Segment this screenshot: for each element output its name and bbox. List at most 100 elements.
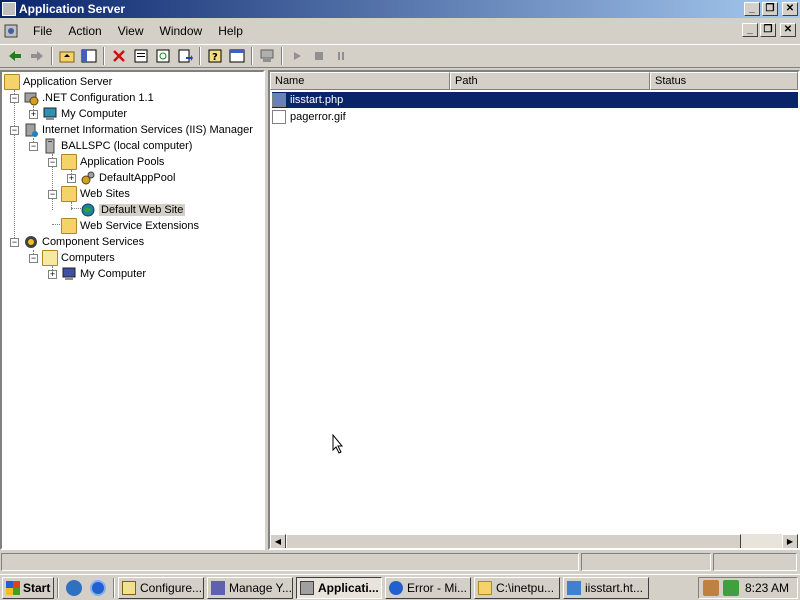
system-tray: 8:23 AM bbox=[698, 577, 798, 599]
forward-button[interactable] bbox=[26, 45, 48, 67]
details-list-view[interactable]: Name Path Status iisstart.php pagerror.g… bbox=[268, 70, 800, 550]
menu-view[interactable]: View bbox=[110, 24, 152, 38]
tree-item-default-web-site[interactable]: Default Web Site bbox=[80, 202, 186, 218]
stop-icon bbox=[315, 52, 323, 60]
tray-volume-icon[interactable] bbox=[723, 580, 739, 596]
task-label: Configure... bbox=[140, 580, 203, 595]
tree-item-application-pools[interactable]: Application Pools bbox=[61, 154, 164, 170]
file-icon bbox=[272, 93, 286, 107]
column-header-path[interactable]: Path bbox=[450, 72, 650, 90]
task-button-manage[interactable]: Manage Y... bbox=[207, 576, 293, 599]
export-list-icon bbox=[178, 49, 193, 63]
task-button-application-server[interactable]: Applicati... bbox=[296, 576, 382, 599]
menu-action[interactable]: Action bbox=[60, 24, 109, 38]
collapse-toggle[interactable]: − bbox=[10, 238, 19, 247]
collapse-toggle[interactable]: − bbox=[48, 158, 57, 167]
refresh-button[interactable] bbox=[152, 45, 174, 67]
tree-item-web-service-extensions[interactable]: Web Service Extensions bbox=[61, 218, 199, 234]
folder-up-icon bbox=[59, 51, 75, 63]
close-button[interactable]: ✕ bbox=[782, 2, 798, 16]
properties-icon bbox=[134, 49, 148, 63]
collapse-toggle[interactable]: − bbox=[29, 142, 38, 151]
menu-file[interactable]: File bbox=[25, 24, 60, 38]
menu-window[interactable]: Window bbox=[152, 24, 211, 38]
task-button-inetpub-folder[interactable]: C:\inetpu... bbox=[474, 576, 560, 599]
help-icon: ? bbox=[208, 49, 222, 63]
console-tree[interactable]: Application Server − .NET Configuration … bbox=[0, 70, 265, 550]
net-config-icon bbox=[24, 92, 39, 106]
help-button[interactable]: ? bbox=[204, 45, 226, 67]
component-services-icon bbox=[25, 236, 37, 248]
start-button[interactable]: Start bbox=[2, 576, 54, 599]
folder-icon bbox=[61, 186, 77, 202]
toolbar-separator bbox=[51, 47, 53, 65]
console-icon[interactable] bbox=[3, 23, 19, 39]
mouse-cursor-icon bbox=[332, 434, 344, 454]
folder-icon bbox=[61, 218, 77, 234]
show-hide-tree-button[interactable] bbox=[78, 45, 100, 67]
mdi-minimize-button[interactable]: _ bbox=[742, 23, 758, 37]
show-hide-action-pane-button[interactable] bbox=[226, 45, 248, 67]
minimize-button[interactable]: _ bbox=[744, 2, 760, 16]
computer-button[interactable] bbox=[256, 45, 278, 67]
tree-item-default-app-pool[interactable]: DefaultAppPool bbox=[80, 170, 175, 186]
collapse-toggle[interactable]: − bbox=[10, 94, 19, 103]
status-cell-3 bbox=[713, 553, 797, 571]
mdi-restore-button[interactable]: ❐ bbox=[760, 23, 776, 37]
tree-item-component-services[interactable]: Component Services bbox=[23, 234, 144, 250]
forward-arrow-icon bbox=[31, 51, 43, 61]
tree-item-application-server[interactable]: Application Server bbox=[4, 74, 112, 90]
toolbar-separator bbox=[103, 47, 105, 65]
collapse-toggle[interactable]: − bbox=[48, 190, 57, 199]
start-item-button[interactable] bbox=[286, 45, 308, 67]
scroll-right-button[interactable]: ▶ bbox=[782, 534, 798, 548]
toolbar: ? bbox=[0, 44, 800, 68]
list-item-iisstart-php[interactable]: iisstart.php bbox=[272, 92, 798, 108]
expand-toggle[interactable]: + bbox=[67, 174, 76, 183]
task-button-error-ie[interactable]: Error - Mi... bbox=[385, 576, 471, 599]
folder-icon bbox=[61, 154, 77, 170]
mdi-close-button[interactable]: ✕ bbox=[780, 23, 796, 37]
tree-item-label: DefaultAppPool bbox=[99, 172, 176, 184]
stop-item-button[interactable] bbox=[308, 45, 330, 67]
tree-item-label: My Computer bbox=[61, 108, 128, 120]
svg-text:?: ? bbox=[212, 52, 218, 63]
start-label: Start bbox=[23, 580, 51, 595]
pause-item-button[interactable] bbox=[330, 45, 352, 67]
delete-button[interactable] bbox=[108, 45, 130, 67]
list-item-pagerror-gif[interactable]: pagerror.gif bbox=[272, 109, 798, 125]
properties-button[interactable] bbox=[130, 45, 152, 67]
internet-explorer-icon[interactable] bbox=[90, 579, 106, 596]
tree-item-iis-manager[interactable]: Internet Information Services (IIS) Mana… bbox=[23, 122, 253, 138]
scroll-left-button[interactable]: ◀ bbox=[270, 534, 286, 548]
menu-help[interactable]: Help bbox=[210, 24, 251, 38]
tree-item-web-sites[interactable]: Web Sites bbox=[61, 186, 130, 202]
collapse-toggle[interactable]: − bbox=[29, 254, 38, 263]
tree-pane-icon bbox=[81, 49, 97, 63]
expand-toggle[interactable]: + bbox=[48, 270, 57, 279]
export-list-button[interactable] bbox=[174, 45, 196, 67]
tree-item-net-configuration[interactable]: .NET Configuration 1.1 bbox=[23, 90, 154, 106]
title-bar[interactable]: Application Server _ ❐ ✕ bbox=[0, 0, 800, 18]
column-header-name[interactable]: Name bbox=[270, 72, 450, 90]
show-desktop-icon[interactable] bbox=[66, 579, 82, 596]
toolbar-separator bbox=[281, 47, 283, 65]
tree-item-computers[interactable]: Computers bbox=[42, 250, 115, 266]
tree-item-ballspc[interactable]: BALLSPC (local computer) bbox=[42, 138, 192, 154]
up-one-level-button[interactable] bbox=[56, 45, 78, 67]
clock[interactable]: 8:23 AM bbox=[745, 581, 789, 595]
task-button-configure[interactable]: Configure... bbox=[118, 576, 204, 599]
maximize-button[interactable]: ❐ bbox=[762, 2, 778, 16]
scroll-thumb[interactable] bbox=[286, 534, 741, 548]
tree-item-net-my-computer[interactable]: My Computer bbox=[42, 106, 127, 122]
tray-network-icon[interactable] bbox=[703, 580, 719, 596]
horizontal-scrollbar[interactable]: ◀ ▶ bbox=[270, 534, 798, 548]
column-header-status[interactable]: Status bbox=[650, 72, 798, 90]
tree-item-cs-my-computer[interactable]: My Computer bbox=[61, 266, 146, 282]
back-button[interactable] bbox=[4, 45, 26, 67]
tree-item-label: Component Services bbox=[42, 236, 145, 248]
expand-toggle[interactable]: + bbox=[29, 110, 38, 119]
window-title: Application Server bbox=[19, 2, 126, 16]
task-button-iisstart[interactable]: iisstart.ht... bbox=[563, 576, 649, 599]
collapse-toggle[interactable]: − bbox=[10, 126, 19, 135]
